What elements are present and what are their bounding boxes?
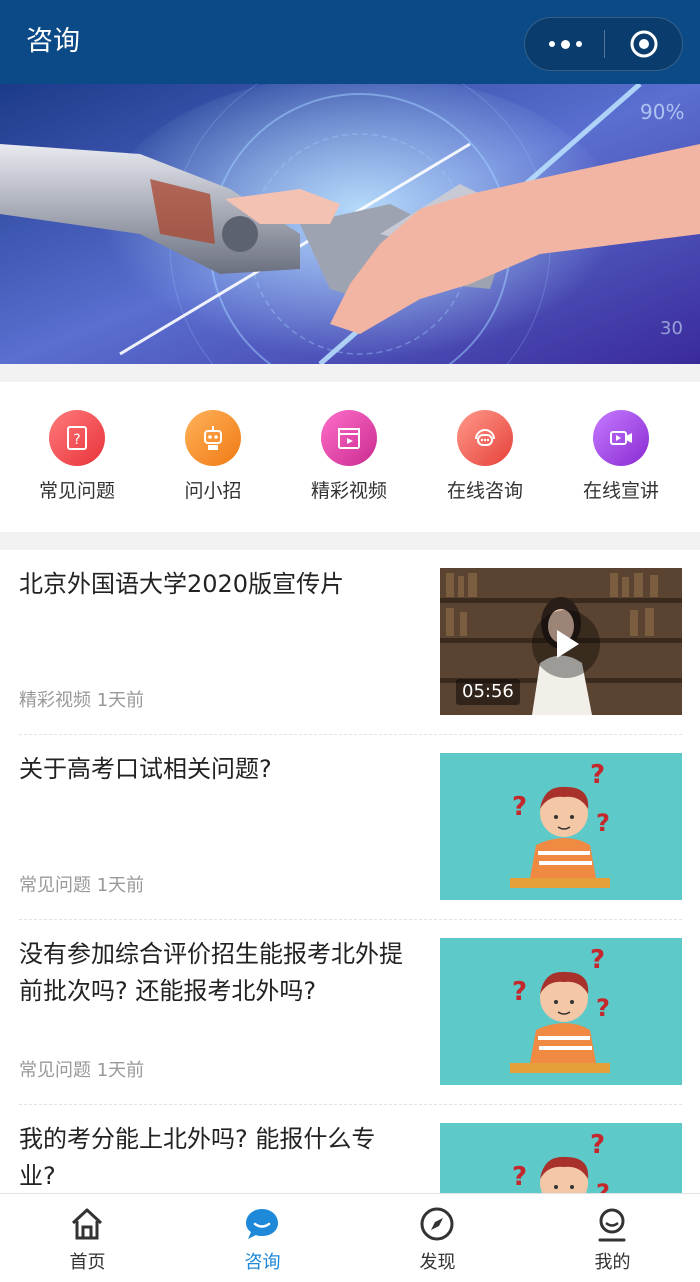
item-meta: 精彩视频 1天前 [19, 690, 145, 711]
robot-icon [185, 410, 241, 466]
handshake-banner-illustration: 90% 30 [0, 84, 700, 364]
svg-text:?: ? [590, 945, 605, 975]
user-icon [592, 1204, 632, 1244]
item-title: 没有参加综合评价招生能报考北外提前批次吗? 还能报考北外吗? [19, 940, 403, 1005]
svg-text:?: ? [596, 994, 610, 1022]
more-dots-icon [548, 41, 555, 47]
nav-label: 精彩视频 [310, 480, 387, 502]
quick-nav: ? 常见问题 问小招 精彩视频 在线咨询 在线宣讲 [0, 382, 700, 532]
tab-home[interactable]: 首页 [0, 1194, 175, 1282]
nav-label: 常见问题 [38, 480, 115, 502]
banner-image[interactable]: 90% 30 [0, 84, 700, 364]
list-item[interactable]: 北京外国语大学2020版宣传片 精彩视频 1天前 05:56 [0, 550, 700, 735]
bottom-tab-bar: 首页 咨询 发现 我的 [0, 1193, 700, 1282]
tab-label: 我的 [594, 1252, 631, 1273]
top-bar: 咨询 [0, 0, 700, 84]
more-menu-button[interactable] [525, 18, 605, 70]
nav-label: 问小招 [184, 480, 242, 502]
list-item[interactable]: 我的考分能上北外吗? 能报什么专业? ? ? ? [0, 1105, 700, 1193]
tab-label: 发现 [419, 1252, 456, 1273]
tab-label: 咨询 [244, 1252, 281, 1273]
compass-icon [417, 1204, 457, 1244]
svg-text:90%: 90% [640, 100, 684, 124]
svg-text:?: ? [73, 432, 80, 448]
tab-discover[interactable]: 发现 [350, 1194, 525, 1282]
svg-text:?: ? [512, 1162, 527, 1192]
item-meta: 常见问题 1天前 [19, 1060, 145, 1081]
nav-item-online-talk[interactable]: 在线宣讲 [553, 382, 689, 532]
tab-label: 首页 [69, 1252, 106, 1273]
nav-label: 在线咨询 [446, 480, 523, 502]
mini-program-capsule [524, 17, 683, 71]
item-title: 我的考分能上北外吗? 能报什么专业? [19, 1125, 376, 1190]
article-list: 北京外国语大学2020版宣传片 精彩视频 1天前 05:56 关于高考口试相关问… [0, 550, 700, 1193]
chat-bubble-icon [242, 1204, 282, 1244]
svg-text:?: ? [596, 809, 610, 837]
nav-item-videos[interactable]: 精彩视频 [281, 382, 417, 532]
svg-text:?: ? [512, 792, 527, 822]
video-camera-icon [593, 410, 649, 466]
question-doc-icon: ? [49, 410, 105, 466]
question-thumbnail[interactable]: ? ? ? [440, 1123, 682, 1193]
nav-label: 在线宣讲 [582, 480, 659, 502]
svg-text:?: ? [590, 760, 605, 790]
close-program-button[interactable] [605, 18, 683, 70]
nav-item-ask-bot[interactable]: 问小招 [145, 382, 281, 532]
home-icon [67, 1204, 107, 1244]
clapperboard-icon [321, 410, 377, 466]
item-title: 关于高考口试相关问题? [19, 755, 272, 783]
svg-text:30: 30 [660, 318, 683, 339]
confused-boy-illustration: ? ? ? [440, 753, 682, 900]
video-thumbnail[interactable]: 05:56 [440, 568, 682, 715]
video-duration: 05:56 [456, 679, 520, 705]
item-title: 北京外国语大学2020版宣传片 [19, 570, 345, 598]
tab-me[interactable]: 我的 [525, 1194, 700, 1282]
tab-consult[interactable]: 咨询 [175, 1194, 350, 1282]
page-title: 咨询 [26, 26, 80, 57]
list-item[interactable]: 关于高考口试相关问题? 常见问题 1天前 ? ? ? [0, 735, 700, 920]
chat-headset-icon [457, 410, 513, 466]
item-meta: 常见问题 1天前 [19, 875, 145, 896]
list-item[interactable]: 没有参加综合评价招生能报考北外提前批次吗? 还能报考北外吗? 常见问题 1天前 … [0, 920, 700, 1105]
nav-item-faq[interactable]: ? 常见问题 [9, 382, 145, 532]
question-thumbnail[interactable]: ? ? ? [440, 938, 682, 1085]
svg-text:?: ? [596, 1179, 610, 1193]
question-thumbnail[interactable]: ? ? ? [440, 753, 682, 900]
svg-text:?: ? [590, 1130, 605, 1160]
target-close-icon [630, 30, 658, 58]
nav-item-online-consult[interactable]: 在线咨询 [417, 382, 553, 532]
confused-boy-illustration: ? ? ? [440, 1123, 682, 1193]
svg-text:?: ? [512, 977, 527, 1007]
confused-boy-illustration: ? ? ? [440, 938, 682, 1085]
